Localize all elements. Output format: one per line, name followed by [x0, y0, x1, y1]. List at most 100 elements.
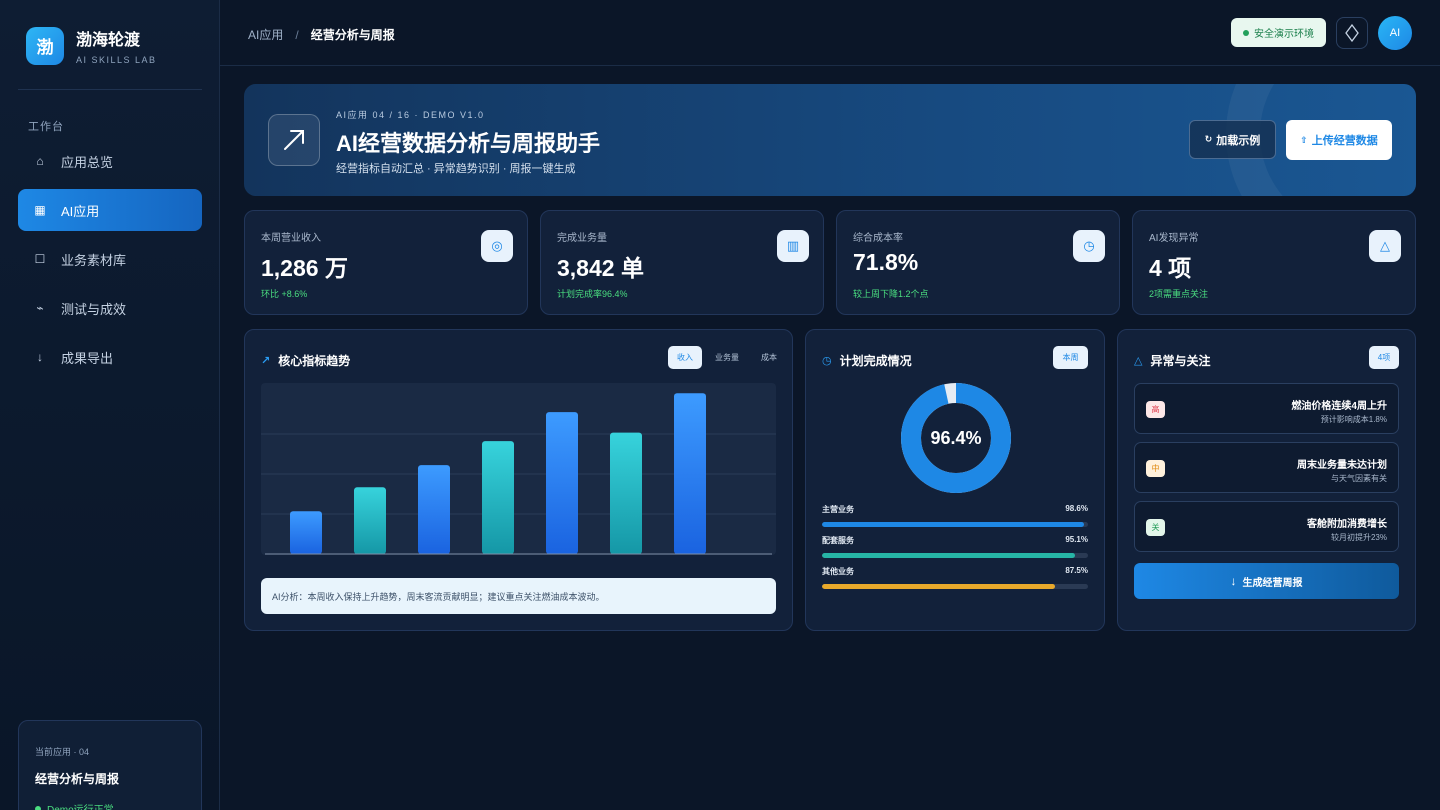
progress-fill — [822, 522, 1085, 527]
status-dot-icon — [35, 805, 41, 810]
alert-item[interactable]: 高 燃油价格连续4周上升 预计影响成本1.8% — [1134, 383, 1399, 434]
sidebar-item-export[interactable]: ↓ 成果导出 — [18, 336, 202, 378]
chart-bar — [482, 441, 514, 554]
kpi-note: 环比 +8.6% — [261, 289, 308, 299]
alert-detail: 较月初提升23% — [1330, 533, 1387, 542]
alerts-panel-title: △ 异常与关注 — [1134, 352, 1210, 369]
kpi-card-cost: 综合成本率 71.8% 较上周下降1.2个点 ◷ — [836, 210, 1120, 315]
brand-name: 渤海轮渡 — [76, 32, 141, 49]
page-title: AI经营数据分析与周报助手 — [336, 131, 601, 156]
trend-icon: ↗ — [261, 355, 271, 367]
sidebar-item-testing[interactable]: ⌁ 测试与成效 — [18, 287, 202, 329]
alerts-count-badge: 4项 — [1369, 346, 1399, 369]
load-example-label: 加载示例 — [1216, 134, 1261, 147]
upload-data-label: 上传经营数据 — [1311, 135, 1378, 147]
alert-title: 燃油价格连续4周上升 — [1291, 401, 1387, 412]
brand-logo: 渤 — [26, 26, 64, 65]
kpi-note: 2项需重点关注 — [1149, 289, 1209, 299]
breadcrumb-current: 经营分析与周报 — [310, 28, 395, 42]
trend-panel-title: ↗ 核心指标趋势 — [261, 352, 350, 369]
kpi-value: 3,842 单 — [557, 255, 644, 281]
tab-volume[interactable]: 业务量 — [706, 346, 748, 369]
env-badge-text: 安全演示环境 — [1254, 29, 1314, 40]
sidebar-item-materials[interactable]: ☐ 业务素材库 — [18, 238, 202, 280]
chart-bar — [546, 412, 578, 554]
grid-icon: ▦ — [34, 203, 46, 217]
trend-chart — [261, 383, 776, 555]
trend-panel: ↗ 核心指标趋势 收入 业务量 成本 AI分析：本周收入保持上升趋势，周末客流贡… — [244, 329, 793, 631]
alert-item[interactable]: 关 客舱附加消费增长 较月初提升23% — [1134, 501, 1399, 552]
kpi-card-revenue: 本周营业收入 1,286 万 环比 +8.6% ◎ — [244, 210, 528, 315]
home-icon: ⌂ — [36, 154, 44, 168]
sidebar-item-overview[interactable]: ⌂ 应用总览 — [18, 140, 202, 182]
kpi-label: 本周营业收入 — [261, 233, 321, 244]
chart-bar — [610, 432, 642, 554]
folder-icon: ☐ — [34, 252, 46, 266]
env-badge: 安全演示环境 — [1231, 18, 1326, 47]
donut-value: 96.4% — [930, 427, 982, 448]
progress-value: 95.1% — [1065, 535, 1088, 544]
tab-cost[interactable]: 成本 — [752, 346, 786, 369]
pulse-icon: ⌁ — [36, 301, 44, 315]
kpi-value: 1,286 万 — [261, 255, 348, 281]
download-icon: ↓ — [1230, 574, 1237, 588]
plan-panel-title: ◷ 计划完成情况 — [822, 352, 912, 369]
progress-label: 主营业务 — [822, 505, 854, 514]
sidebar-item-label: 应用总览 — [61, 154, 114, 170]
clock-icon: ◷ — [822, 355, 832, 367]
upload-icon: ⇧ — [1300, 134, 1308, 145]
breadcrumb: AI应用 / 经营分析与周报 — [248, 26, 395, 43]
refresh-icon: ↻ — [1204, 134, 1213, 144]
progress-track — [822, 584, 1088, 589]
alert-title: 客舱附加消费增长 — [1307, 519, 1387, 530]
current-app-status: Demo运行正常 — [35, 801, 185, 810]
tab-revenue[interactable]: 收入 — [668, 346, 702, 369]
sidebar-item-label: AI应用 — [61, 203, 100, 219]
download-icon: ↓ — [37, 350, 43, 364]
warning-icon: △ — [1369, 230, 1401, 262]
avatar[interactable]: AI — [1378, 16, 1412, 50]
sidebar-item-ai-apps[interactable]: ▦ AI应用 — [18, 189, 202, 231]
progress-label: 配套服务 — [822, 536, 854, 545]
alerts-panel: △ 异常与关注 4项 高 燃油价格连续4周上升 预计影响成本1.8% 中 周末业… — [1117, 329, 1416, 631]
progress-other: 其他业务 87.5% — [822, 566, 1088, 589]
load-example-button[interactable]: ↻ 加载示例 — [1189, 120, 1276, 159]
upload-data-button[interactable]: ⇧ 上传经营数据 — [1286, 120, 1392, 160]
kpi-value: 4 项 — [1149, 255, 1192, 281]
kpi-note: 计划完成率96.4% — [557, 289, 628, 299]
sidebar-nav: ⌂ 应用总览 ▦ AI应用 ☐ 业务素材库 ⌁ 测试与成效 ↓ 成果导出 — [18, 140, 202, 385]
progress-main: 主营业务 98.6% — [822, 504, 1088, 527]
alert-title: 周末业务量未达计划 — [1297, 460, 1387, 471]
generate-report-button[interactable]: ↓ 生成经营周报 — [1134, 563, 1399, 599]
plan-title-text: 计划完成情况 — [839, 354, 912, 368]
generate-report-label: 生成经营周报 — [1242, 577, 1303, 589]
brand-subtitle: AI SKILLS LAB — [76, 55, 157, 65]
chart-bar — [674, 393, 706, 554]
barcode-icon: ▥ — [777, 230, 809, 262]
kpi-value: 71.8% — [853, 249, 919, 275]
progress-fill — [822, 584, 1055, 589]
env-dot-icon — [1243, 29, 1249, 36]
period-selector[interactable]: 本周 — [1053, 346, 1088, 369]
chart-bar — [418, 465, 450, 554]
top-bar: AI应用 / 经营分析与周报 安全演示环境 AI — [220, 0, 1440, 66]
plan-panel: ◷ 计划完成情况 本周 96.4% 主营业务 98.6% 配套服务 95.1% … — [805, 329, 1105, 631]
sidebar-item-label: 成果导出 — [61, 350, 114, 366]
target-icon: ◎ — [481, 230, 513, 262]
hero-kicker: AI应用 04 / 16 · DEMO V1.0 — [336, 110, 485, 120]
theme-toggle-button[interactable] — [1336, 17, 1368, 49]
brand[interactable]: 渤 渤海轮渡 AI SKILLS LAB — [26, 26, 157, 65]
alert-detail: 与天气因素有关 — [1331, 474, 1387, 483]
trend-title-text: 核心指标趋势 — [278, 354, 351, 368]
progress-track — [822, 553, 1088, 558]
diamond-icon — [1345, 24, 1359, 42]
progress-value: 87.5% — [1065, 566, 1088, 575]
kpi-note: 较上周下降1.2个点 — [853, 289, 929, 299]
alert-item[interactable]: 中 周末业务量未达计划 与天气因素有关 — [1134, 442, 1399, 493]
sidebar-section-label: 工作台 — [28, 121, 64, 133]
breadcrumb-parent[interactable]: AI应用 — [248, 26, 283, 43]
breadcrumb-separator: / — [295, 27, 299, 42]
sidebar-item-label: 业务素材库 — [61, 252, 127, 268]
kpi-label: 综合成本率 — [853, 233, 903, 244]
kpi-card-anomalies: AI发现异常 4 项 2项需重点关注 △ — [1132, 210, 1416, 315]
